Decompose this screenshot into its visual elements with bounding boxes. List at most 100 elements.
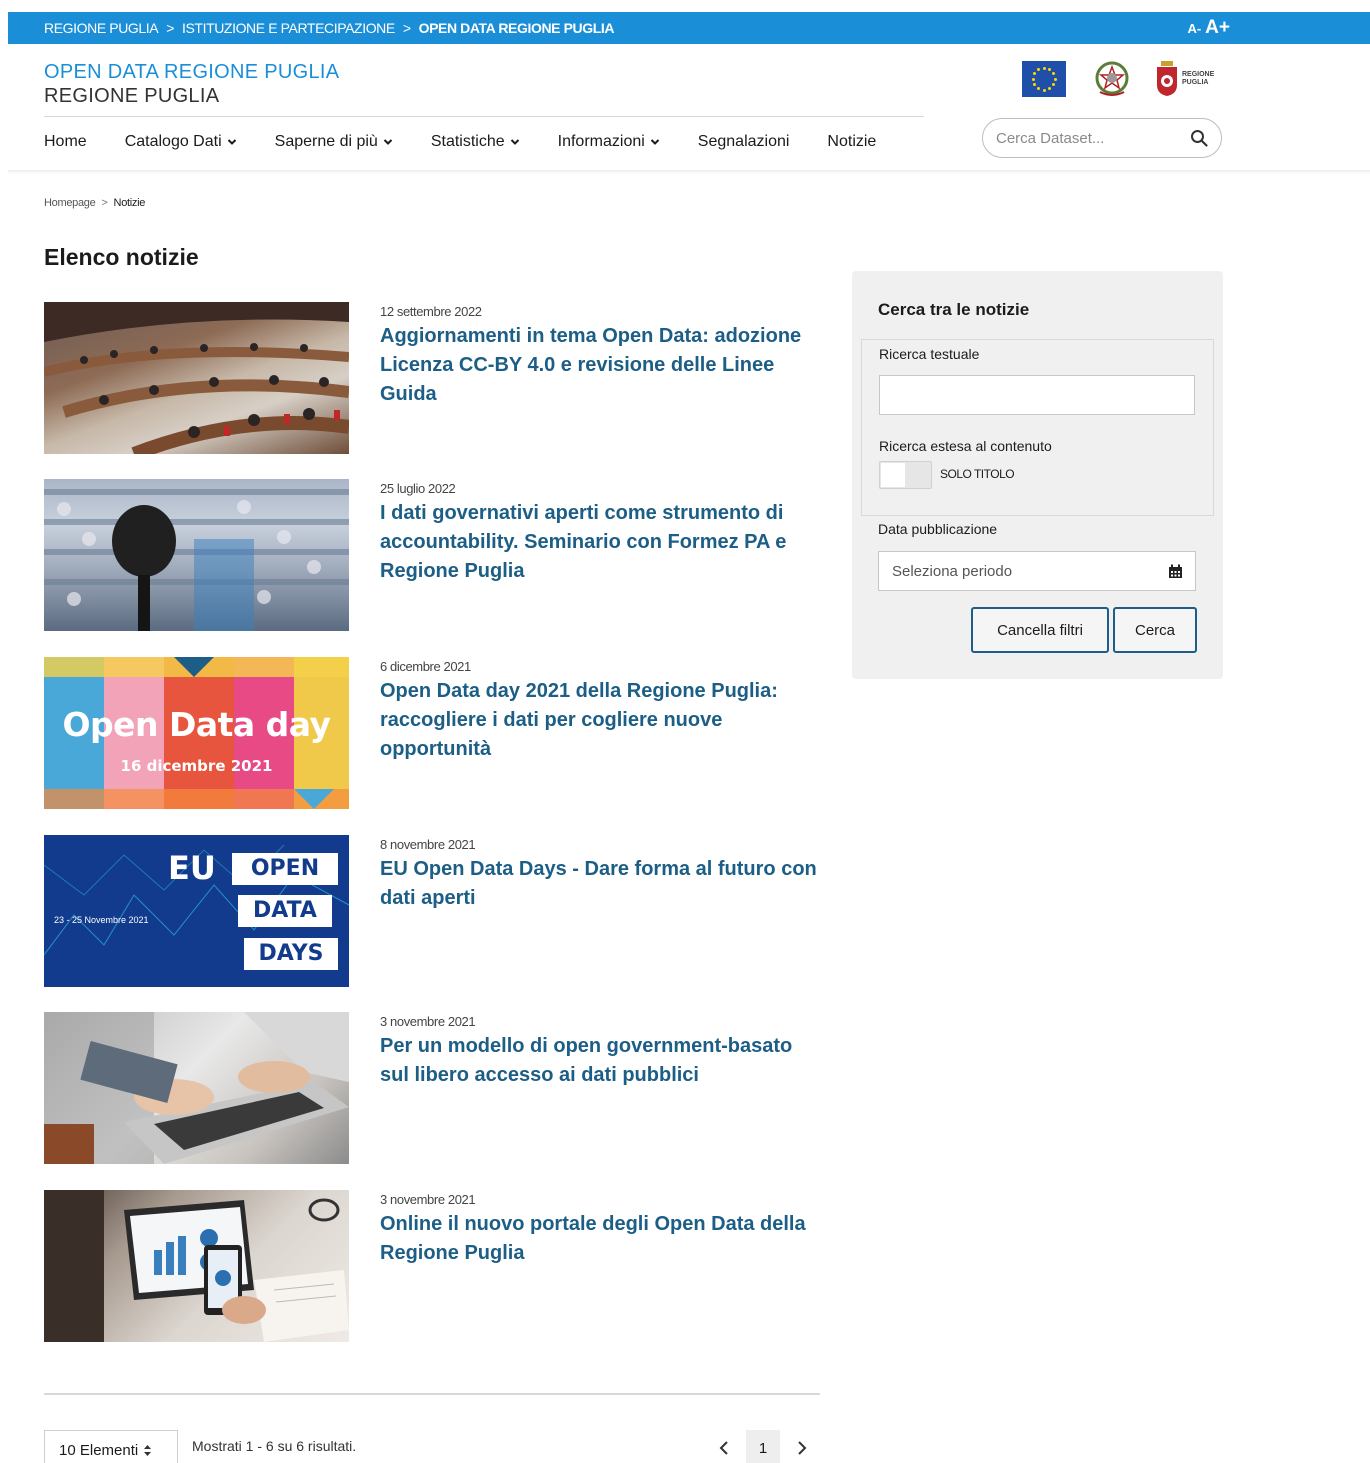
news-title-link[interactable]: Aggiornamenti in tema Open Data: adozion… <box>380 322 825 409</box>
site-title[interactable]: OPEN DATA REGIONE PUGLIA <box>44 60 339 84</box>
eu-star <box>1031 77 1035 81</box>
news-item: 3 novembre 2021 Per un modello di open g… <box>44 1012 824 1164</box>
chevron-down-icon <box>227 139 236 145</box>
eu-star <box>1048 67 1051 71</box>
news-image-laptop-typing[interactable] <box>44 1012 349 1164</box>
chevron-down-icon <box>383 139 393 145</box>
news-image-council-hall[interactable] <box>44 302 349 454</box>
news-image-microphone[interactable] <box>44 479 349 631</box>
nav-item-statistiche[interactable]: Statistiche <box>431 133 520 151</box>
news-date: 25 luglio 2022 <box>380 481 456 496</box>
header-divider <box>44 116 924 117</box>
search-icon[interactable] <box>1190 129 1208 147</box>
next-page-button[interactable] <box>790 1436 814 1460</box>
breadcrumb: Homepage > Notizie <box>44 197 145 209</box>
items-per-page-value: 10 Elementi <box>59 1441 139 1459</box>
date-range-placeholder: Seleziona periodo <box>892 562 1013 580</box>
breadcrumb-home[interactable]: Homepage <box>44 197 96 209</box>
extended-search-label: Ricerca estesa al contenuto <box>879 438 1052 454</box>
news-date: 8 novembre 2021 <box>380 837 476 852</box>
title-only-label: SOLO TITOLO <box>940 467 1015 481</box>
nav-item-label: Saperne di più <box>274 133 378 150</box>
crumb-regione-puglia[interactable]: REGIONE PUGLIA <box>44 20 159 36</box>
eu-flag-icon[interactable] <box>1022 61 1066 97</box>
eu-star <box>1032 83 1036 86</box>
eu-star <box>1042 66 1046 70</box>
date-range-input[interactable]: Seleziona periodo <box>878 551 1196 591</box>
eu-star <box>1042 88 1046 92</box>
sort-arrows-icon <box>144 1444 152 1456</box>
news-title-link[interactable]: EU Open Data Days - Dare forma al futuro… <box>380 855 825 913</box>
clear-filters-button[interactable]: Cancella filtri <box>971 607 1109 653</box>
site-subtitle: REGIONE PUGLIA <box>44 85 220 107</box>
news-image-open-data-day[interactable]: Open Data day 16 dicembre 2021 <box>44 657 349 809</box>
nav-item-label: Home <box>44 133 87 150</box>
font-increase-button[interactable]: A+ <box>1205 17 1230 39</box>
news-title-link[interactable]: Per un modello di open government-basato… <box>380 1032 825 1090</box>
date-filter-label: Data pubblicazione <box>878 521 998 537</box>
nav-item-label: Segnalazioni <box>697 133 790 150</box>
italian-republic-emblem-icon[interactable] <box>1094 60 1130 98</box>
page-number-button[interactable]: 1 <box>746 1430 780 1463</box>
news-title-link[interactable]: Open Data day 2021 della Regione Puglia:… <box>380 677 825 764</box>
days-label: DAYS <box>258 941 324 966</box>
header-logos: REGIONE PUGLIA <box>1022 60 1214 98</box>
calendar-icon[interactable] <box>1168 564 1183 579</box>
news-item: 12 settembre 2022 Aggiornamenti in tema … <box>44 302 824 454</box>
page-title: Elenco notizie <box>44 244 199 270</box>
crumb-separator: > <box>166 20 174 36</box>
filter-panel-title: Cerca tra le notizie <box>878 300 1030 319</box>
news-date: 3 novembre 2021 <box>380 1014 476 1029</box>
search-button[interactable]: Cerca <box>1113 607 1197 653</box>
nav-item-label: Notizie <box>827 133 877 150</box>
news-title-link[interactable]: I dati governativi aperti come strumento… <box>380 499 825 586</box>
puglia-logo-text: REGIONE PUGLIA <box>1182 71 1215 86</box>
nav-item-label: Catalogo Dati <box>124 133 222 150</box>
data-label: DATA <box>253 898 317 923</box>
items-per-page-select[interactable]: 10 Elementi <box>44 1430 178 1463</box>
nav-item-notizie[interactable]: Notizie <box>827 133 876 151</box>
eu-star <box>1052 72 1056 75</box>
text-search-input[interactable] <box>879 375 1195 415</box>
crumb-separator: > <box>402 20 411 36</box>
news-item: 25 luglio 2022 I dati governativi aperti… <box>44 479 824 631</box>
eu-event-dates: 23 - 25 Novembre 2021 <box>54 915 149 925</box>
news-image-data-portal[interactable] <box>44 1190 349 1342</box>
eu-star <box>1052 83 1056 86</box>
eu-star <box>1053 77 1057 81</box>
institutional-breadcrumb: REGIONE PUGLIA > ISTITUZIONE E PARTECIPA… <box>44 12 615 44</box>
news-filter-panel: Cerca tra le notizie Ricerca testuale Ri… <box>852 271 1223 679</box>
list-divider <box>44 1393 820 1395</box>
news-item: Open Data day 16 dicembre 2021 6 dicembr… <box>44 657 824 809</box>
news-title-link[interactable]: Online il nuovo portale degli Open Data … <box>380 1210 825 1268</box>
chevron-left-icon <box>719 1441 728 1455</box>
breadcrumb-current: Notizie <box>113 197 146 209</box>
font-size-controls: A- A+ <box>1187 12 1230 44</box>
regione-puglia-logo[interactable]: REGIONE PUGLIA <box>1156 61 1214 97</box>
dataset-search-input[interactable] <box>996 129 1176 147</box>
nav-item-label: Statistiche <box>430 133 505 150</box>
nav-item-saperne-di-pi[interactable]: Saperne di più <box>275 133 393 151</box>
top-bar: REGIONE PUGLIA > ISTITUZIONE E PARTECIPA… <box>8 12 1370 44</box>
previous-page-button[interactable] <box>712 1436 736 1460</box>
chevron-down-icon <box>510 139 519 145</box>
crumb-istituzione[interactable]: ISTITUZIONE E PARTECIPAZIONE <box>182 20 395 36</box>
news-date: 3 novembre 2021 <box>380 1192 476 1207</box>
crumb-open-data[interactable]: OPEN DATA REGIONE PUGLIA <box>419 20 615 36</box>
title-only-toggle[interactable] <box>879 461 932 489</box>
nav-item-catalogo-dati[interactable]: Catalogo Dati <box>125 133 237 151</box>
dataset-search <box>982 118 1222 158</box>
font-decrease-button[interactable]: A- <box>1187 21 1201 36</box>
news-image-eu-open-data-days[interactable]: EU OPEN DATA DAYS 23 - 25 Novembre 2021 <box>44 835 349 987</box>
nav-item-informazioni[interactable]: Informazioni <box>558 133 660 151</box>
toggle-knob <box>881 463 905 487</box>
puglia-shield-icon <box>1156 61 1178 97</box>
pagination: 1 <box>712 1430 814 1463</box>
text-search-fieldset <box>861 339 1214 516</box>
news-item: EU OPEN DATA DAYS 23 - 25 Novembre 2021 … <box>44 835 824 987</box>
nav-item-home[interactable]: Home <box>44 133 87 151</box>
news-date: 6 dicembre 2021 <box>380 659 471 674</box>
nav-item-segnalazioni[interactable]: Segnalazioni <box>698 133 790 151</box>
open-label: OPEN <box>250 856 320 881</box>
eu-star <box>1037 67 1040 71</box>
